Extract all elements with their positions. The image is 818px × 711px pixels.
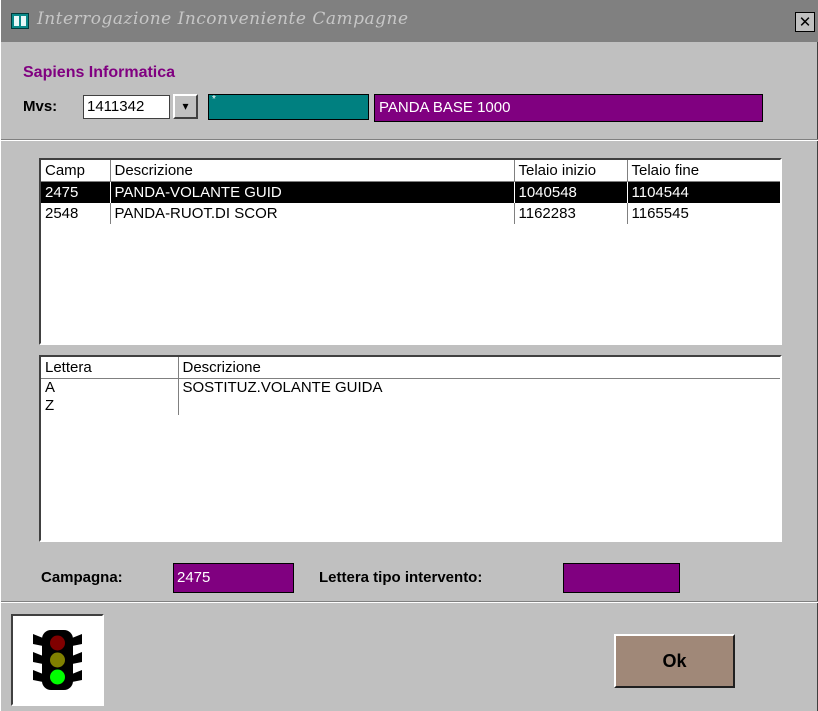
interventions-header-row: Lettera Descrizione bbox=[41, 357, 780, 379]
column-header[interactable]: Camp bbox=[41, 160, 111, 182]
column-header[interactable]: Descrizione bbox=[110, 160, 515, 182]
campagna-label: Campagna: bbox=[41, 569, 123, 586]
ok-button[interactable]: Ok bbox=[614, 634, 735, 688]
traffic-light-button[interactable] bbox=[11, 614, 104, 706]
description-cell: SOSTITUZ.VOLANTE GUIDA bbox=[182, 379, 383, 396]
campaigns-header-row: Camp Descrizione Telaio inizio Telaio fi… bbox=[41, 160, 780, 182]
lettera-tipo-intervento-label: Lettera tipo intervento: bbox=[319, 569, 483, 586]
interventions-grid[interactable]: Lettera Descrizione A SOSTITUZ.VOLANTE G… bbox=[39, 355, 782, 542]
mvs-label: Mvs: bbox=[23, 98, 58, 115]
vehicle-model-field: PANDA BASE 1000 bbox=[374, 94, 763, 122]
telaio-inizio-cell: 1162283 bbox=[514, 203, 628, 224]
camp-cell: 2548 bbox=[41, 203, 111, 224]
column-header[interactable]: Descrizione bbox=[178, 357, 780, 379]
chevron-down-icon: ▾ bbox=[182, 99, 189, 113]
traffic-light-icon bbox=[33, 630, 82, 690]
window-icon bbox=[11, 13, 29, 29]
column-header[interactable]: Telaio inizio bbox=[514, 160, 628, 182]
table-row[interactable]: 2475 PANDA-VOLANTE GUID 1040548 1104544 bbox=[41, 181, 780, 203]
column-header[interactable]: Telaio fine bbox=[627, 160, 780, 182]
campagna-field: 2475 bbox=[173, 563, 294, 593]
column-header[interactable]: Lettera bbox=[41, 357, 179, 379]
mvs-input[interactable]: 1411342 bbox=[83, 95, 170, 119]
dialog-window: Interrogazione Inconveniente Campagne ✕ … bbox=[0, 0, 818, 711]
table-row[interactable]: A SOSTITUZ.VOLANTE GUIDA bbox=[41, 378, 780, 397]
title-bar[interactable]: Interrogazione Inconveniente Campagne ✕ bbox=[1, 0, 818, 42]
table-row[interactable]: Z bbox=[41, 397, 780, 415]
mvs-dropdown-button[interactable]: ▾ bbox=[173, 94, 198, 119]
company-name: Sapiens Informatica bbox=[23, 64, 176, 81]
divider bbox=[1, 601, 818, 603]
table-row[interactable]: 2548 PANDA-RUOT.DI SCOR 1162283 1165545 bbox=[41, 203, 780, 224]
lettera-tipo-intervento-field bbox=[563, 563, 680, 593]
window-title: Interrogazione Inconveniente Campagne bbox=[37, 9, 409, 29]
divider bbox=[1, 139, 818, 141]
lettera-cell: Z bbox=[41, 397, 179, 415]
description-cell: PANDA-VOLANTE GUID bbox=[110, 181, 515, 203]
camp-cell: 2475 bbox=[41, 181, 111, 203]
telaio-fine-cell: 1165545 bbox=[631, 205, 689, 222]
mvs-status-field: * bbox=[208, 94, 369, 120]
telaio-inizio-cell: 1040548 bbox=[514, 181, 628, 203]
lettera-cell: A bbox=[41, 378, 179, 397]
description-cell: PANDA-RUOT.DI SCOR bbox=[110, 203, 515, 224]
campaigns-grid[interactable]: Camp Descrizione Telaio inizio Telaio fi… bbox=[39, 158, 782, 345]
description-cell bbox=[178, 397, 780, 415]
close-button[interactable]: ✕ bbox=[795, 12, 815, 32]
telaio-fine-cell: 1104544 bbox=[627, 181, 780, 203]
